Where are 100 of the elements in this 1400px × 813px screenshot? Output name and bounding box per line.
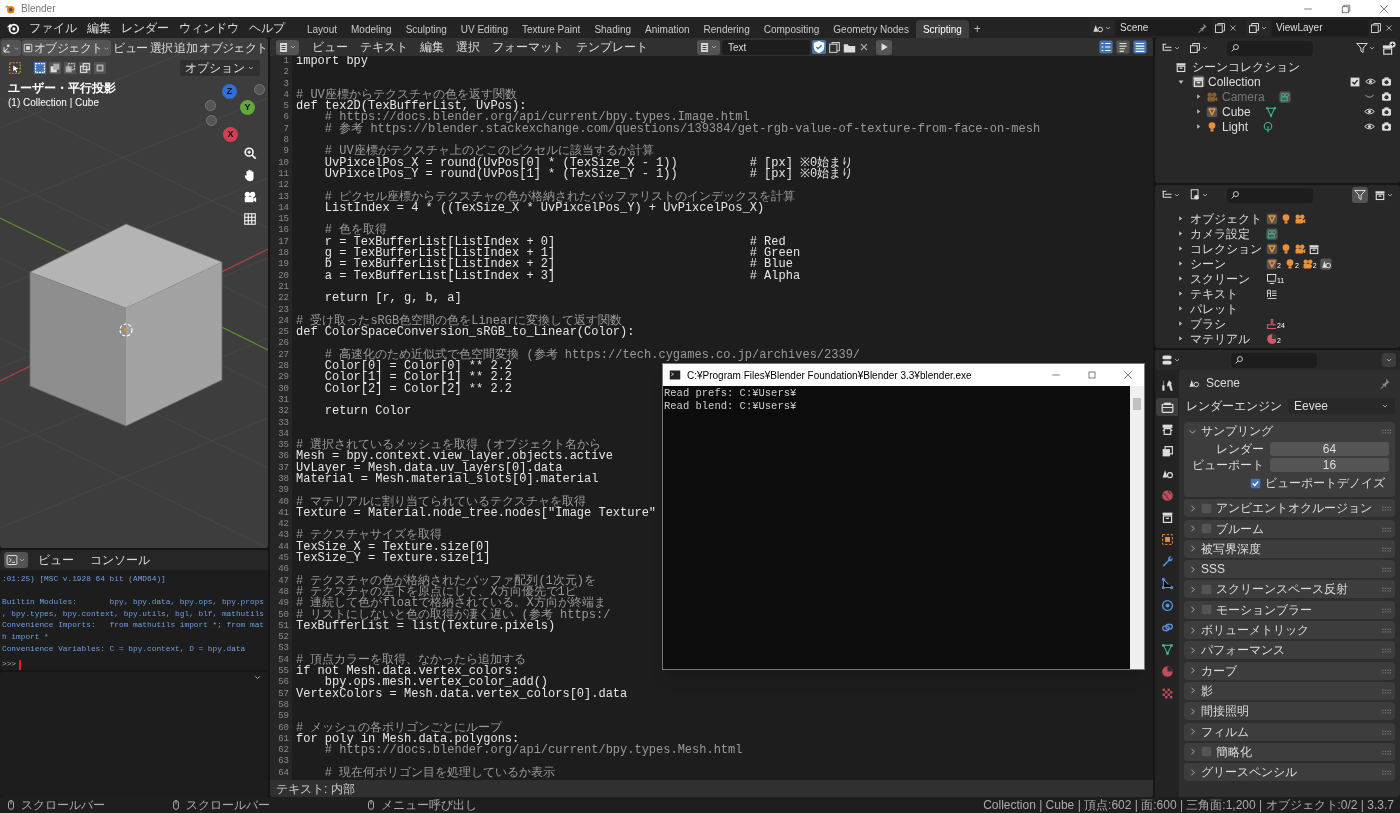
filter-button[interactable]: [1352, 187, 1368, 203]
collapsed-panel[interactable]: スクリーンスペース反射: [1184, 580, 1395, 599]
disclosure-triangle-icon[interactable]: [1177, 335, 1184, 342]
menu-item[interactable]: ビュー: [307, 38, 353, 56]
syntax-highlight-toggle[interactable]: [1133, 40, 1147, 54]
grid-icon[interactable]: [243, 212, 257, 226]
checkbox[interactable]: [1250, 477, 1261, 489]
collapsed-panel[interactable]: 影: [1184, 681, 1395, 700]
workspace-tab[interactable]: UV Editing: [453, 20, 515, 38]
disclosure-triangle-icon[interactable]: [1177, 245, 1184, 252]
collapsed-panel[interactable]: 簡略化: [1184, 742, 1395, 761]
collapsed-panel[interactable]: ボリューメトリック: [1184, 621, 1395, 640]
menu-item[interactable]: ヘルプ: [244, 18, 290, 37]
number-field[interactable]: 16: [1270, 457, 1389, 472]
close-icon[interactable]: [1384, 22, 1394, 33]
hand-icon[interactable]: [243, 168, 257, 182]
mode-dropdown[interactable]: オブジェクト: [22, 40, 112, 56]
add-workspace-button[interactable]: +: [968, 20, 986, 38]
editor-type-button[interactable]: [1, 40, 21, 56]
menu-item[interactable]: テンプレート: [571, 38, 653, 56]
disclosure-triangle-icon[interactable]: [1177, 320, 1184, 327]
view-layer-selector-button[interactable]: [1246, 19, 1270, 36]
workspace-tab[interactable]: Texture Paint: [515, 20, 588, 38]
search-field[interactable]: [1227, 187, 1313, 203]
maximize-icon[interactable]: [1086, 369, 1098, 381]
menu-item[interactable]: 選択: [451, 38, 485, 56]
scene-selector-button[interactable]: [1090, 19, 1114, 36]
selection-mode-icon[interactable]: [78, 61, 92, 75]
visibility-eye-icon[interactable]: [1364, 106, 1375, 117]
render-camera-icon[interactable]: [1381, 91, 1392, 102]
zoom-icon[interactable]: [243, 146, 257, 160]
search-field[interactable]: [1231, 352, 1317, 368]
menu-item[interactable]: 編集: [82, 18, 116, 37]
word-wrap-toggle[interactable]: [1116, 40, 1130, 54]
disclosure-triangle-icon[interactable]: [1177, 290, 1184, 297]
line-numbers-toggle[interactable]: [1099, 40, 1113, 54]
collapsed-panel[interactable]: 間接照明: [1184, 702, 1395, 721]
collapsed-panel[interactable]: グリースペンシル: [1184, 763, 1395, 782]
workspace-tab[interactable]: Scripting: [915, 20, 969, 38]
exclude-checkbox[interactable]: [1350, 76, 1360, 87]
options-dropdown[interactable]: オプション: [180, 60, 260, 76]
menu-item[interactable]: オブジェクト: [199, 39, 268, 57]
selection-mode-icon[interactable]: [63, 61, 77, 75]
scrollbar-thumb[interactable]: [1133, 398, 1141, 410]
negative-axis-handle[interactable]: [254, 84, 265, 95]
editor-type-button[interactable]: [276, 39, 299, 55]
menu-item[interactable]: ウィンドウ: [174, 18, 244, 37]
render-camera-icon[interactable]: [1381, 121, 1392, 132]
collapsed-panel[interactable]: 被写界深度: [1184, 539, 1395, 558]
gizmo-axis-button[interactable]: Z: [222, 84, 237, 99]
editor-type-button[interactable]: [4, 552, 28, 568]
negative-axis-handle[interactable]: [205, 100, 216, 111]
menu-item[interactable]: 追加: [174, 39, 198, 57]
disclosure-triangle-icon[interactable]: [1177, 215, 1184, 222]
collapsed-panel[interactable]: アンビエントオクルージョン: [1184, 499, 1395, 518]
run-script-button[interactable]: [876, 39, 892, 55]
panel-title[interactable]: サンプリング: [1201, 422, 1377, 440]
visibility-eye-icon[interactable]: [1365, 76, 1376, 87]
camera-icon[interactable]: [243, 190, 257, 204]
collapsed-panel[interactable]: フィルム: [1184, 722, 1395, 741]
render-camera-icon[interactable]: [1381, 76, 1392, 87]
selection-mode-icon[interactable]: [33, 61, 47, 75]
close-icon[interactable]: [1122, 369, 1134, 381]
new-collection-icon[interactable]: [1382, 41, 1396, 55]
gizmo-axis-button[interactable]: X: [223, 127, 238, 142]
copy-icon[interactable]: [1370, 21, 1382, 34]
menu-item[interactable]: テキスト: [355, 38, 413, 56]
collapsed-panel[interactable]: SSS: [1184, 560, 1395, 579]
disclosure-triangle-icon[interactable]: [1177, 230, 1184, 237]
disclosure-triangle-icon[interactable]: [1177, 275, 1184, 282]
negative-axis-handle[interactable]: [206, 115, 217, 126]
menu-item[interactable]: コンソール: [84, 551, 156, 569]
gizmo-axis-button[interactable]: Y: [240, 100, 255, 115]
menu-item[interactable]: ビュー: [32, 551, 80, 569]
collapsed-panel[interactable]: モーションブラー: [1184, 600, 1395, 619]
menu-item[interactable]: フォーマット: [487, 38, 569, 56]
disclosure-triangle-icon[interactable]: [1195, 108, 1202, 115]
menu-item[interactable]: 選択: [149, 39, 173, 57]
collapsed-panel[interactable]: ブルーム: [1184, 519, 1395, 538]
render-tab[interactable]: [1156, 398, 1178, 416]
select-box-tool-icon[interactable]: [8, 61, 22, 75]
fake-user-shield-icon[interactable]: [812, 40, 826, 54]
restore-icon[interactable]: [1340, 2, 1352, 15]
collapsed-panel[interactable]: カーブ: [1184, 661, 1395, 680]
menu-item[interactable]: ファイル: [24, 18, 82, 37]
workspace-tab[interactable]: Compositing: [756, 20, 827, 38]
workspace-tab[interactable]: Rendering: [696, 20, 757, 38]
disclosure-triangle-icon[interactable]: [1195, 123, 1202, 130]
render-camera-icon[interactable]: [1381, 106, 1392, 117]
render-engine-dropdown[interactable]: Eevee: [1288, 398, 1395, 414]
copy-icon[interactable]: [1214, 21, 1226, 34]
collapse-chevron-icon[interactable]: [253, 673, 262, 682]
menu-item[interactable]: 編集: [415, 38, 449, 56]
workspace-tab[interactable]: Modeling: [344, 20, 399, 38]
close-icon[interactable]: [1228, 22, 1238, 33]
view-layer-field[interactable]: ViewLayer: [1272, 19, 1368, 36]
disclosure-triangle-icon[interactable]: [1195, 93, 1202, 100]
cube-drawing[interactable]: [29, 223, 223, 427]
collapsed-panel[interactable]: パフォーマンス: [1184, 641, 1395, 660]
close-icon[interactable]: [1378, 2, 1390, 15]
